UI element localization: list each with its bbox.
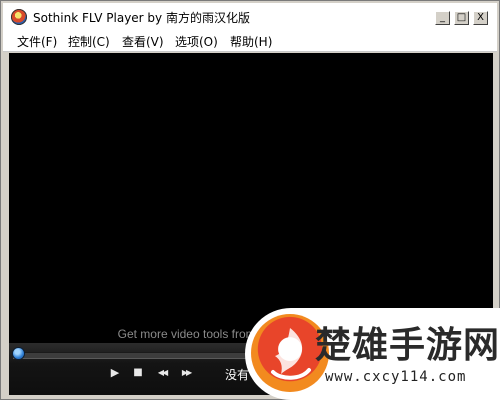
minimize-button[interactable]: _ [435,11,450,25]
app-icon[interactable] [11,9,27,25]
watermark-title: 楚雄手游网 [315,325,500,366]
rewind-icon[interactable]: ◀◀ [154,365,170,381]
menu-bar: 文件(F) 控制(C) 查看(V) 选项(O) 帮助(H) [3,31,497,52]
menu-view[interactable]: 查看(V) [120,33,166,50]
playback-status: 没有 [225,368,250,382]
title-bar[interactable]: Sothink FLV Player by 南方的雨汉化版 _ □ X [3,3,497,31]
seek-thumb[interactable] [13,348,24,359]
menu-control[interactable]: 控制(C) [66,33,112,50]
fast-forward-icon[interactable]: ▶▶ [178,365,194,381]
menu-help[interactable]: 帮助(H) [228,33,274,50]
video-area[interactable]: Get more video tools from www.sothinkmed… [9,53,493,343]
watermark-url: www.cxcy114.com [325,369,467,385]
menu-options[interactable]: 选项(O) [173,33,220,50]
stop-icon[interactable]: ■ [130,365,146,381]
menu-file[interactable]: 文件(F) [15,33,59,50]
maximize-button[interactable]: □ [454,11,469,25]
watermark-overlay: 楚雄手游网 www.cxcy114.com [245,308,500,400]
window-title: Sothink FLV Player by 南方的雨汉化版 [33,11,250,25]
close-button[interactable]: X [473,11,488,25]
play-icon[interactable]: ▶ [107,365,123,381]
